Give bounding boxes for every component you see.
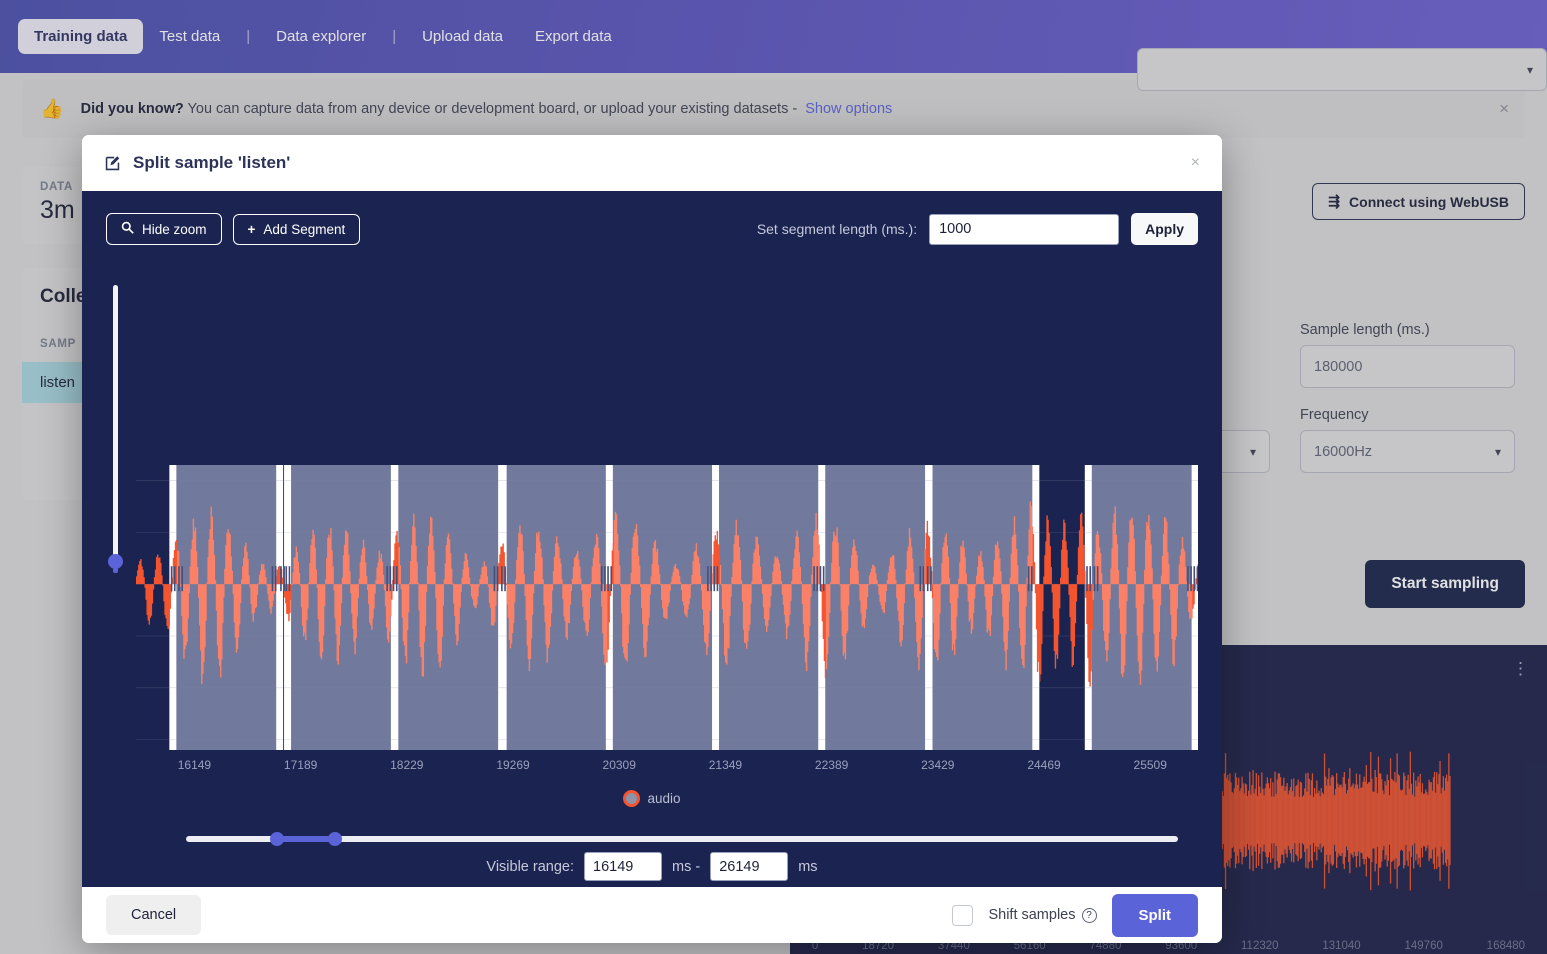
shift-samples-text: Shift samples [988, 907, 1076, 923]
x-tick-label: 21349 [708, 758, 743, 772]
add-segment-label: Add Segment [263, 221, 346, 237]
visible-range-unit-to: ms [798, 858, 818, 875]
search-icon [121, 221, 134, 237]
hide-zoom-label: Hide zoom [142, 221, 207, 237]
x-tick-label: 19269 [496, 758, 530, 772]
legend-label: audio [647, 791, 681, 806]
segment-length-input[interactable] [929, 213, 1120, 245]
segment-length-control: Set segment length (ms.): Apply [757, 213, 1198, 245]
edit-pen-icon [104, 155, 121, 172]
modal-body: Hide zoom + Add Segment Set segment leng… [82, 191, 1222, 943]
horizontal-range-slider[interactable] [186, 832, 1178, 846]
range-slider-selection[interactable] [277, 836, 335, 842]
segment-length-label: Set segment length (ms.): [756, 221, 918, 237]
visible-range-unit-from: ms - [672, 858, 701, 875]
modal-footer: Cancel Shift samples ? Split [82, 887, 1222, 943]
x-tick-label: 24469 [1027, 758, 1061, 772]
waveform-plot[interactable] [136, 465, 1198, 750]
shift-samples-label: Shift samples ? [988, 907, 1097, 923]
x-tick-label: 25509 [1133, 758, 1167, 772]
plus-icon: + [247, 221, 256, 237]
vertical-zoom-slider[interactable] [108, 285, 123, 573]
legend-color-dot [623, 790, 641, 807]
modal-toolbar: Hide zoom + Add Segment Set segment leng… [82, 191, 1222, 245]
add-segment-button[interactable]: + Add Segment [232, 213, 361, 245]
visible-range-label: Visible range: [486, 858, 575, 875]
cancel-button[interactable]: Cancel [106, 895, 202, 935]
range-slider-handle-right[interactable] [327, 832, 342, 846]
visible-range-to-input[interactable] [710, 852, 789, 881]
help-icon[interactable]: ? [1081, 907, 1097, 923]
shift-samples-checkbox[interactable] [952, 904, 974, 926]
vertical-slider-track[interactable] [113, 285, 118, 563]
modal-close-icon[interactable]: × [1191, 154, 1200, 172]
x-tick-label: 22389 [814, 758, 849, 772]
range-slider-handle-left[interactable] [270, 832, 285, 846]
visible-range-from-input[interactable] [584, 852, 663, 881]
split-chart-area: 10050-50-100-150 16149171891822919269203… [82, 280, 1222, 943]
x-tick-label: 23429 [921, 758, 955, 772]
modal-header: Split sample 'listen' × [82, 135, 1222, 191]
split-sample-modal: Split sample 'listen' × Hide zoom + Add … [82, 135, 1222, 943]
visible-range-control: Visible range: ms - ms [82, 852, 1222, 881]
x-tick-label: 17189 [283, 758, 318, 772]
apply-button[interactable]: Apply [1131, 213, 1198, 245]
x-tick-label: 16149 [177, 758, 212, 772]
hide-zoom-button[interactable]: Hide zoom [106, 213, 222, 245]
chart-legend[interactable]: audio [82, 790, 1222, 807]
vertical-slider-handle[interactable] [108, 554, 123, 573]
modal-title: Split sample 'listen' [133, 153, 291, 172]
footer-actions: Shift samples ? Split [952, 893, 1198, 937]
split-button[interactable]: Split [1111, 893, 1198, 937]
x-tick-label: 20309 [602, 758, 636, 772]
x-tick-label: 18229 [390, 758, 424, 772]
